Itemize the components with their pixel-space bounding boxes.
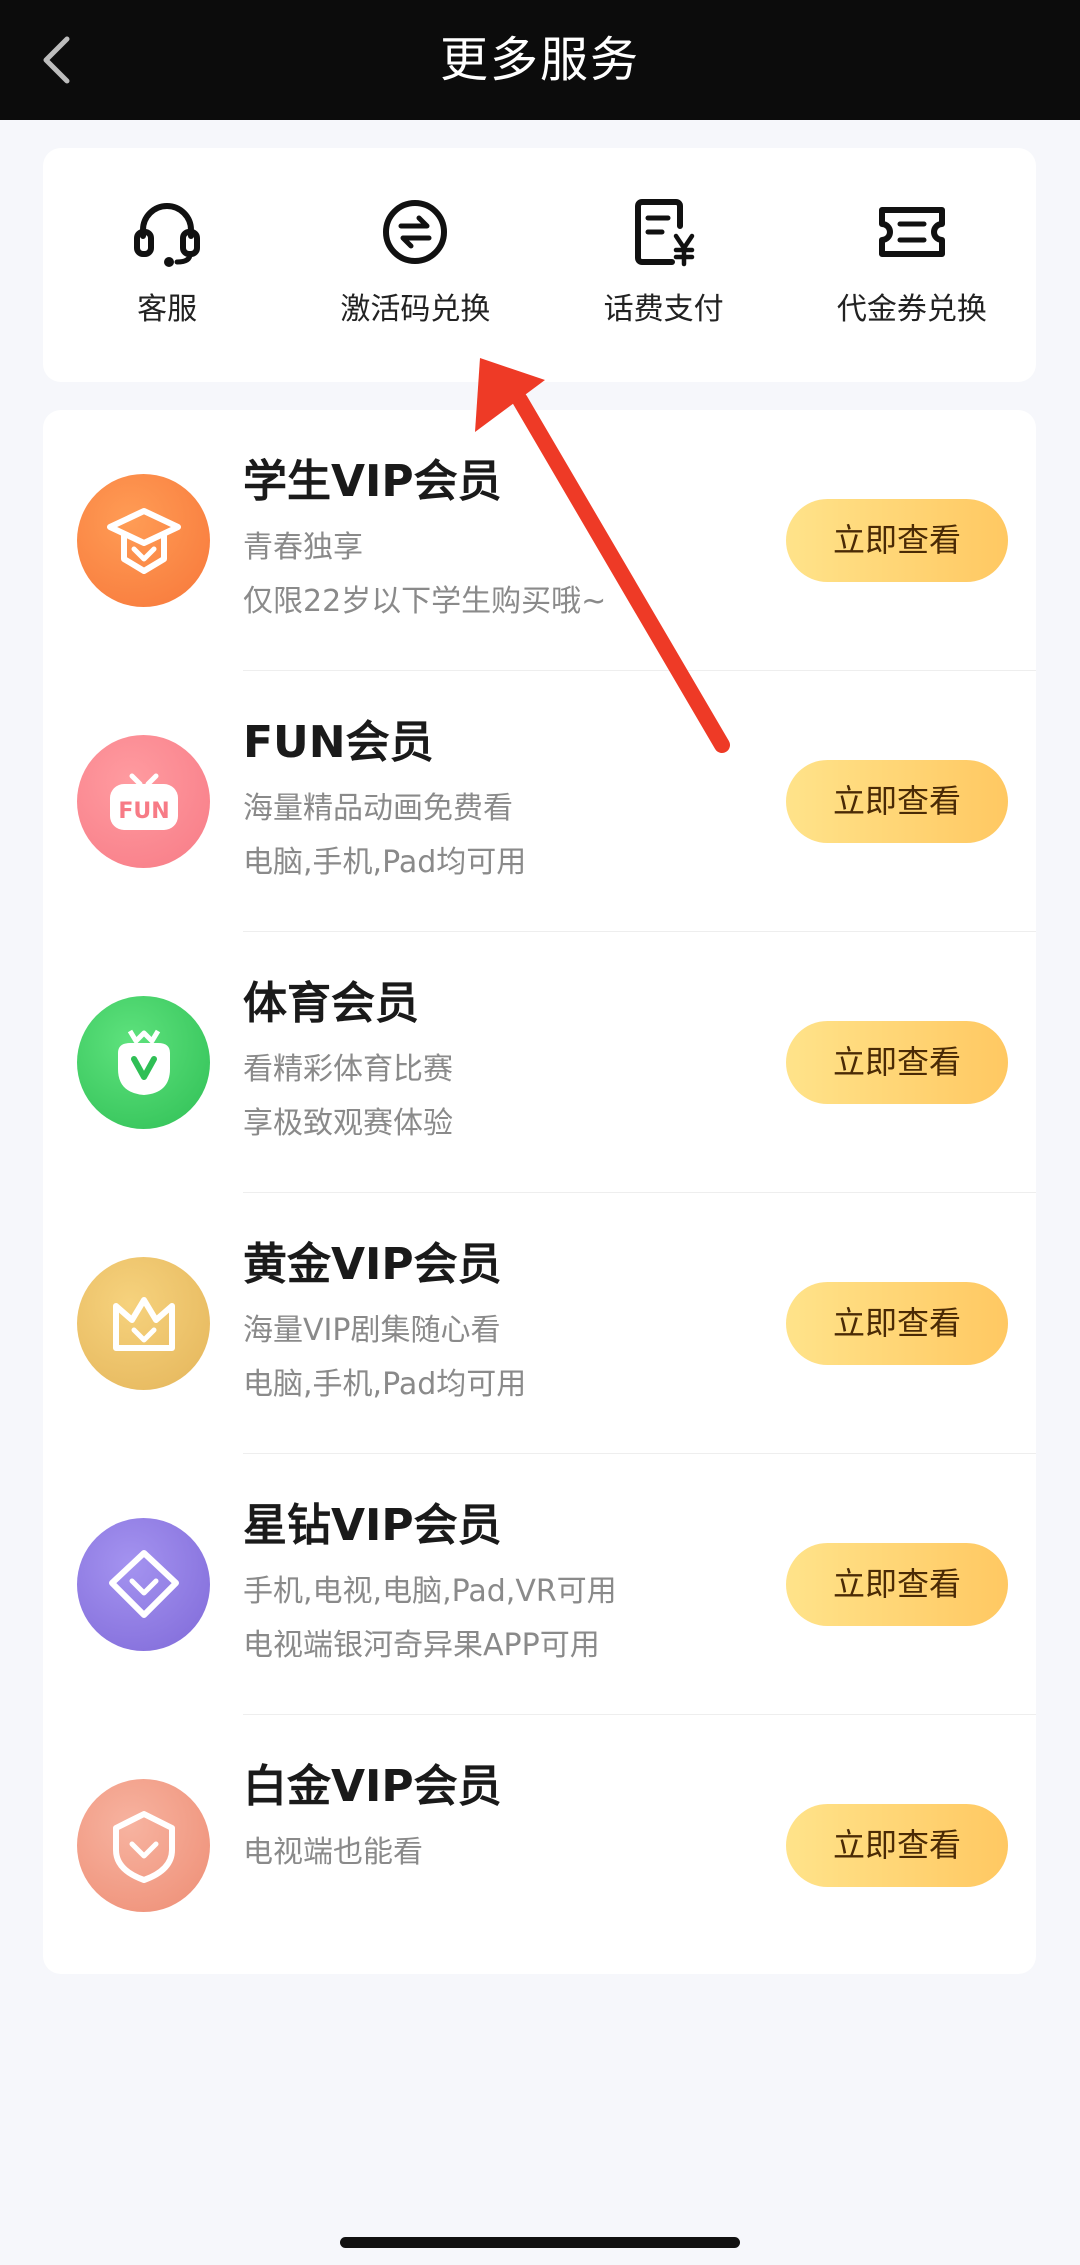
view-now-button[interactable]: 立即查看	[786, 760, 1008, 843]
headset-icon	[134, 203, 201, 267]
member-desc: 手机,电视,电脑,Pad,VR可用	[243, 1574, 617, 1609]
member-desc: 电脑,手机,Pad均可用	[243, 845, 527, 880]
bill-yuan-icon	[634, 199, 694, 267]
svg-text:FUN: FUN	[118, 799, 169, 824]
list-item-student-vip[interactable]: 学生VIP会员 青春独享 仅限22岁以下学生购买哦~ 立即查看	[43, 410, 1036, 671]
member-name: FUN会员	[243, 717, 434, 768]
member-desc: 海量精品动画免费看	[243, 791, 513, 826]
member-desc: 享极致观赛体验	[243, 1106, 453, 1141]
member-desc: 仅限22岁以下学生购买哦~	[243, 584, 607, 619]
member-name: 黄金VIP会员	[243, 1239, 502, 1290]
member-name: 白金VIP会员	[243, 1761, 502, 1812]
service-label: 激活码兑换	[340, 292, 491, 327]
service-label: 话费支付	[603, 292, 724, 327]
services-card: 客服 激活码兑换 话费支付 代金券兑换	[43, 148, 1036, 382]
service-activation-code[interactable]: 激活码兑换	[291, 148, 539, 382]
home-indicator	[340, 2237, 740, 2248]
top-bar: 更多服务	[0, 0, 1080, 120]
gold-vip-badge	[77, 1257, 210, 1390]
diamond-icon	[108, 1549, 179, 1618]
member-desc: 电脑,手机,Pad均可用	[243, 1367, 527, 1402]
list-item-diamond-vip[interactable]: 星钻VIP会员 手机,电视,电脑,Pad,VR可用 电视端银河奇异果APP可用 …	[43, 1454, 1036, 1715]
membership-list: 学生VIP会员 青春独享 仅限22岁以下学生购买哦~ 立即查看 FUN FUN会…	[43, 410, 1036, 1974]
sports-badge-icon	[117, 1029, 170, 1095]
member-name: 体育会员	[243, 978, 419, 1029]
service-label: 客服	[137, 292, 198, 327]
fun-vip-badge: FUN	[77, 735, 210, 868]
shield-icon	[112, 1810, 175, 1883]
exchange-icon	[383, 200, 448, 264]
graduation-cap-icon	[106, 507, 181, 574]
view-now-button[interactable]: 立即查看	[786, 1282, 1008, 1365]
list-item-sports-vip[interactable]: 体育会员 看精彩体育比赛 享极致观赛体验 立即查看	[43, 932, 1036, 1193]
list-item-fun-vip[interactable]: FUN FUN会员 海量精品动画免费看 电脑,手机,Pad均可用 立即查看	[43, 671, 1036, 932]
member-desc: 海量VIP剧集随心看	[243, 1313, 501, 1348]
member-desc: 青春独享	[243, 530, 363, 565]
view-now-button[interactable]: 立即查看	[786, 1804, 1008, 1887]
member-desc: 电视端也能看	[243, 1835, 423, 1870]
view-now-button[interactable]: 立即查看	[786, 1543, 1008, 1626]
page-title: 更多服务	[439, 32, 640, 88]
ticket-icon	[878, 207, 945, 257]
diamond-vip-badge	[77, 1518, 210, 1651]
view-now-button[interactable]: 立即查看	[786, 1021, 1008, 1104]
fun-tv-icon: FUN	[109, 773, 178, 830]
list-item-gold-vip[interactable]: 黄金VIP会员 海量VIP剧集随心看 电脑,手机,Pad均可用 立即查看	[43, 1193, 1036, 1454]
member-name: 学生VIP会员	[243, 456, 502, 507]
sports-vip-badge	[77, 996, 210, 1129]
member-desc: 电视端银河奇异果APP可用	[243, 1628, 600, 1663]
service-label: 代金券兑换	[836, 292, 987, 327]
crown-icon	[112, 1296, 175, 1351]
platinum-vip-badge	[77, 1779, 210, 1912]
student-vip-badge	[77, 474, 210, 607]
service-phone-bill[interactable]: 话费支付	[540, 148, 788, 382]
view-now-button[interactable]: 立即查看	[786, 499, 1008, 582]
member-name: 星钻VIP会员	[243, 1500, 502, 1551]
list-item-platinum-vip[interactable]: 白金VIP会员 电视端也能看 立即查看	[43, 1715, 1036, 1976]
service-voucher[interactable]: 代金券兑换	[788, 148, 1036, 382]
member-desc: 看精彩体育比赛	[243, 1052, 453, 1087]
service-customer-support[interactable]: 客服	[43, 148, 291, 382]
